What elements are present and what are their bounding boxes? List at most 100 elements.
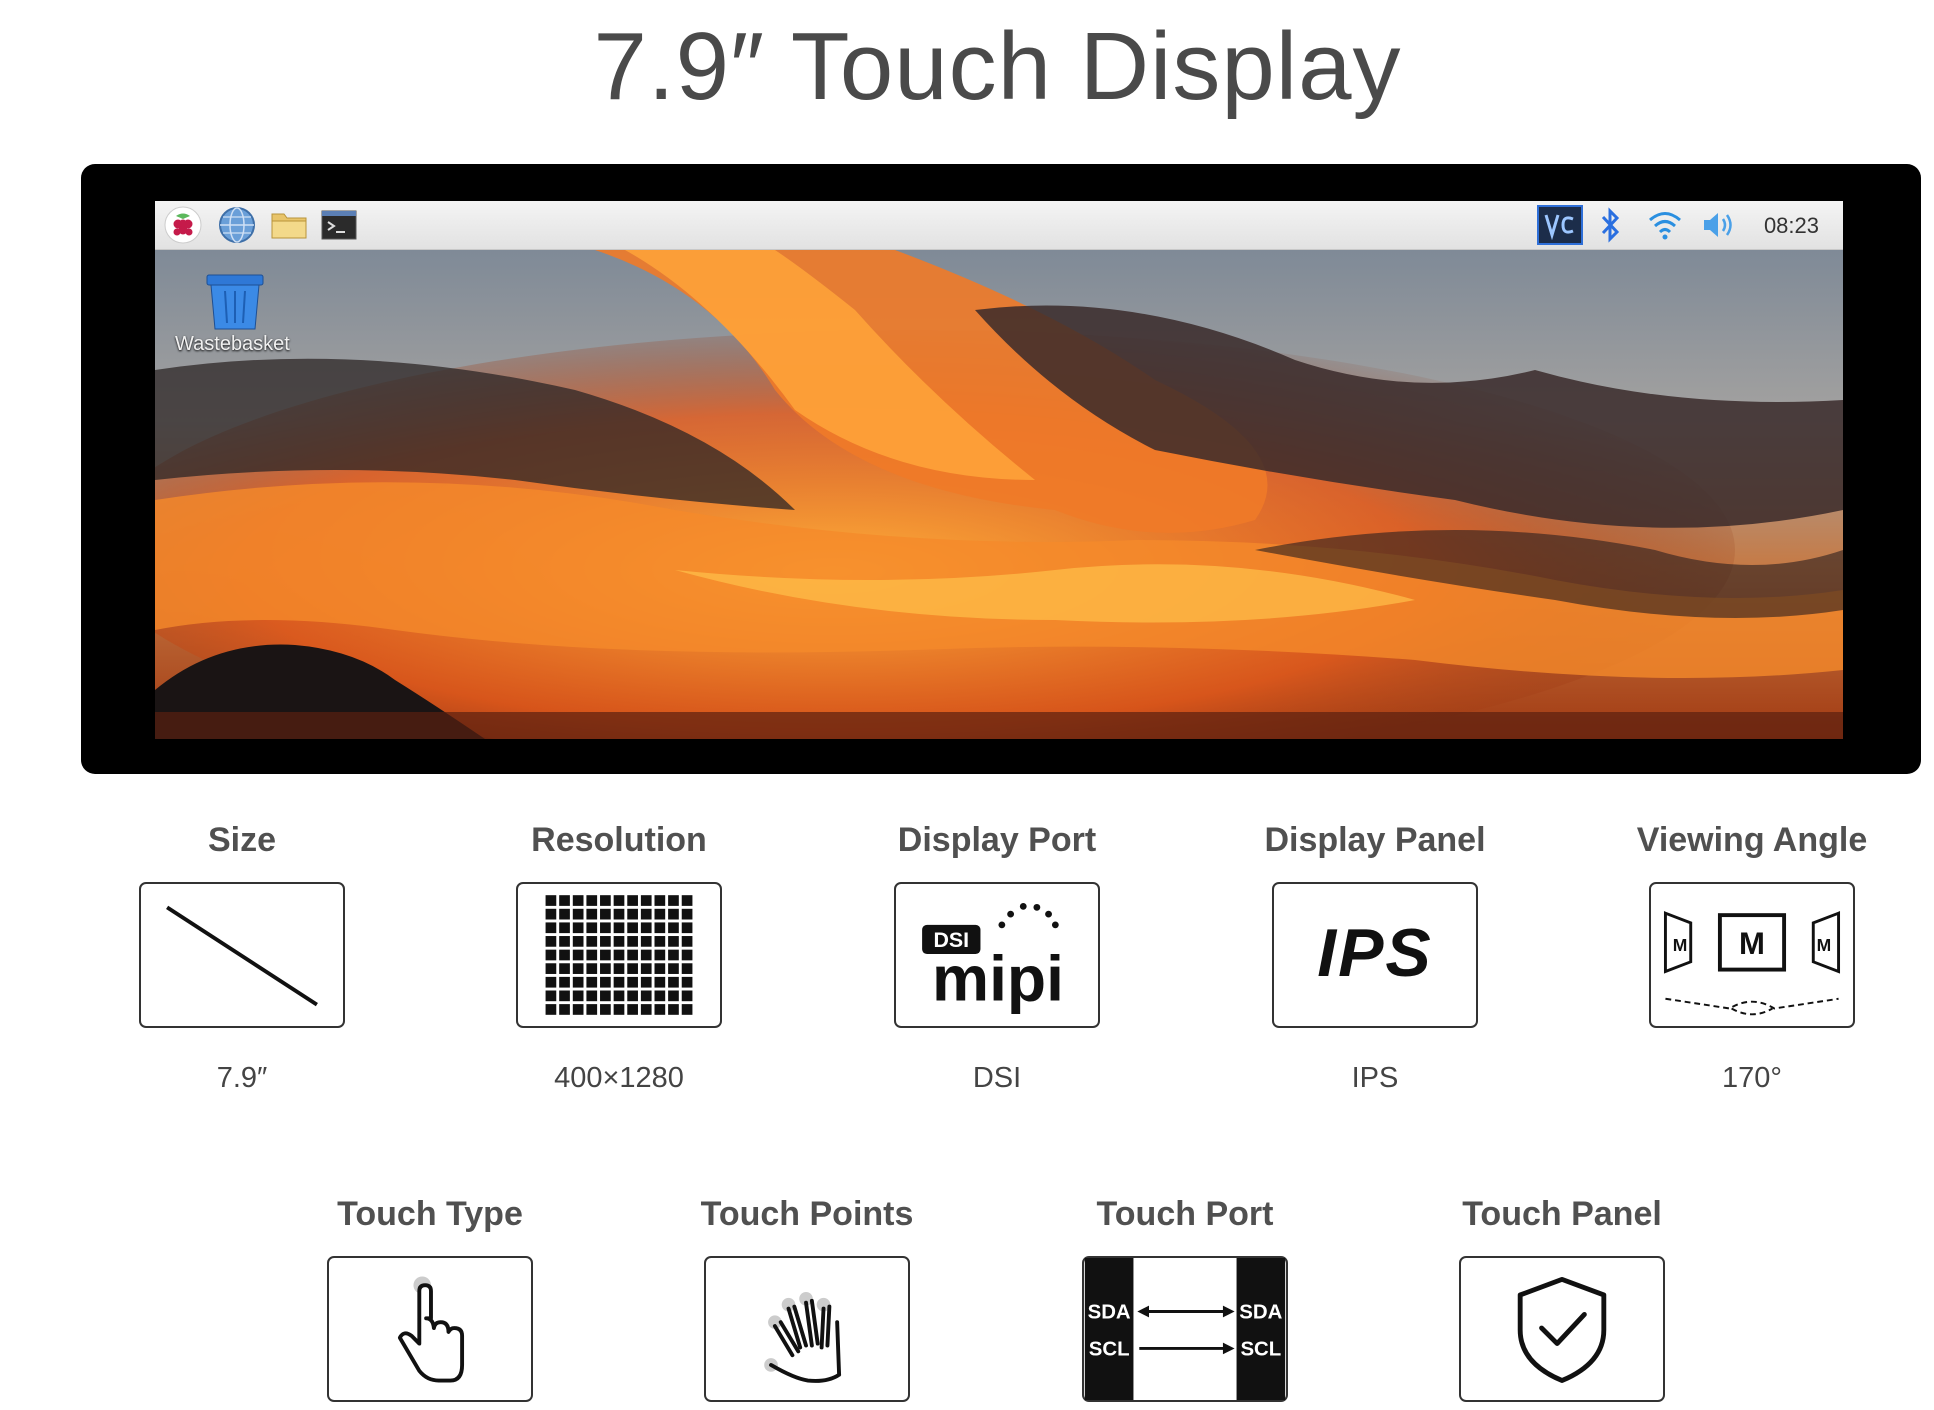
spec-viewing-angle: Viewing Angle M M M 170° bbox=[1607, 818, 1897, 1095]
pin-sda-right: SDA bbox=[1239, 1301, 1282, 1323]
pixel-cell bbox=[586, 949, 598, 961]
pixel-cell bbox=[640, 963, 652, 974]
spec-value: 400×1280 bbox=[554, 1062, 684, 1094]
spec-label: Resolution bbox=[531, 821, 707, 859]
pixel-cell bbox=[681, 895, 693, 906]
pixel-cell bbox=[613, 990, 625, 1002]
pixel-cell bbox=[559, 936, 570, 947]
pixel-cell bbox=[613, 895, 625, 906]
pixel-cell bbox=[654, 922, 666, 934]
pixel-cell bbox=[668, 895, 679, 906]
pixel-cell bbox=[545, 963, 557, 974]
pixel-cell bbox=[545, 936, 557, 947]
spec-touch-panel: Touch Panel bbox=[1417, 1192, 1707, 1402]
pixel-cell bbox=[668, 922, 679, 934]
pixel-cell bbox=[681, 936, 693, 947]
viewing-angle-icon: M M M bbox=[1649, 882, 1855, 1028]
pixel-cell bbox=[681, 1004, 693, 1015]
pin-scl-left: SCL bbox=[1089, 1338, 1130, 1360]
pixel-grid-icon bbox=[516, 882, 722, 1028]
pixel-cell bbox=[572, 976, 584, 988]
pixel-cell bbox=[681, 990, 693, 1002]
wastebasket-icon[interactable] bbox=[203, 271, 267, 331]
spec-value: IPS bbox=[1351, 1062, 1399, 1094]
sunset-wallpaper bbox=[155, 250, 1843, 739]
pixel-cell bbox=[627, 895, 638, 906]
pixel-cell bbox=[586, 963, 598, 974]
ips-icon: IPS bbox=[1272, 882, 1478, 1028]
wastebasket-label: Wastebasket bbox=[175, 333, 290, 355]
pixel-cell bbox=[640, 949, 652, 961]
globe-icon[interactable] bbox=[217, 205, 257, 245]
pixel-cell bbox=[613, 908, 625, 920]
pixel-cell bbox=[668, 936, 679, 947]
spec-label: Touch Type bbox=[337, 1195, 523, 1233]
pixel-cell bbox=[572, 936, 584, 947]
pixel-cell bbox=[545, 949, 557, 961]
spec-value: 170° bbox=[1722, 1062, 1782, 1094]
pixel-cell bbox=[668, 990, 679, 1002]
pixel-cell bbox=[559, 949, 570, 961]
wifi-icon[interactable] bbox=[1645, 205, 1685, 245]
pixel-cell bbox=[600, 922, 611, 934]
pixel-cell bbox=[668, 908, 679, 920]
spec-label: Touch Panel bbox=[1462, 1195, 1662, 1233]
pixel-cell bbox=[654, 949, 666, 961]
pixel-cell bbox=[627, 922, 638, 934]
taskbar-clock[interactable]: 08:23 bbox=[1764, 213, 1819, 239]
pixel-cell bbox=[586, 976, 598, 988]
ips-logo-text: IPS bbox=[1317, 915, 1433, 991]
spec-display-panel: Display Panel IPS IPS bbox=[1230, 818, 1520, 1095]
spec-value: 7.9″ bbox=[216, 1062, 268, 1094]
pin-scl-right: SCL bbox=[1240, 1338, 1281, 1360]
pixel-cell bbox=[640, 976, 652, 988]
pixel-cell bbox=[613, 963, 625, 974]
pixel-cell bbox=[572, 895, 584, 906]
spec-label: Display Panel bbox=[1264, 821, 1486, 859]
terminal-icon[interactable] bbox=[319, 205, 359, 245]
pixel-cell bbox=[586, 990, 598, 1002]
pixel-cell bbox=[627, 1004, 638, 1015]
pixel-cell bbox=[559, 976, 570, 988]
pixel-cell bbox=[627, 976, 638, 988]
pixel-cell bbox=[627, 963, 638, 974]
pixel-cell bbox=[640, 990, 652, 1002]
pixel-cell bbox=[559, 922, 570, 934]
pixel-cell bbox=[545, 895, 557, 906]
pixel-cell bbox=[668, 963, 679, 974]
bluetooth-icon[interactable] bbox=[1595, 205, 1625, 245]
pixel-cell bbox=[572, 949, 584, 961]
spec-touch-points: Touch Points bbox=[662, 1192, 952, 1402]
pixel-cell bbox=[572, 908, 584, 920]
page-title: 7.9″ Touch Display bbox=[593, 13, 1402, 120]
pixel-cell bbox=[681, 908, 693, 920]
volume-icon[interactable] bbox=[1699, 205, 1739, 245]
folder-icon[interactable] bbox=[269, 205, 309, 245]
pixel-cell bbox=[681, 922, 693, 934]
pixel-cell bbox=[586, 1004, 598, 1015]
vnc-icon[interactable] bbox=[1537, 205, 1583, 245]
pin-sda-left: SDA bbox=[1088, 1301, 1131, 1323]
single-touch-hand-icon bbox=[327, 1256, 533, 1402]
pixel-cell bbox=[627, 908, 638, 920]
pixel-cell bbox=[559, 895, 570, 906]
pixel-cell bbox=[559, 908, 570, 920]
spec-touch-type: Touch Type bbox=[285, 1192, 575, 1402]
pixel-cell bbox=[545, 990, 557, 1002]
spec-touch-port: Touch Port SDA SCL SDA SCL bbox=[1040, 1192, 1330, 1402]
pixel-cell bbox=[681, 963, 693, 974]
pixel-cell bbox=[613, 1004, 625, 1015]
pixel-cell bbox=[640, 922, 652, 934]
pixel-cell bbox=[640, 936, 652, 947]
pixel-cell bbox=[627, 949, 638, 961]
pixel-cell bbox=[640, 908, 652, 920]
pixel-cell bbox=[545, 1004, 557, 1015]
pixel-cell bbox=[586, 922, 598, 934]
raspberry-icon[interactable] bbox=[163, 205, 203, 245]
pixel-cell bbox=[613, 936, 625, 947]
pixel-cell bbox=[600, 963, 611, 974]
pixel-cell bbox=[545, 922, 557, 934]
diagonal-line-icon bbox=[139, 882, 345, 1028]
pixel-cell bbox=[681, 976, 693, 988]
pixel-cell bbox=[586, 908, 598, 920]
